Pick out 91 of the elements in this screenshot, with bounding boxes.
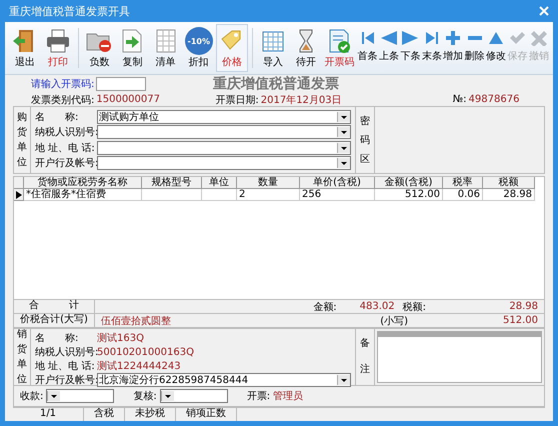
discount-badge-icon: -10% <box>184 27 213 55</box>
table-cell <box>202 189 237 201</box>
nav-button[interactable]: 末条 <box>422 30 442 66</box>
field-value: 50010201000163Q <box>97 346 195 358</box>
column-header: 规格型号 <box>142 177 202 189</box>
toolbar-button[interactable]: 待开 <box>290 24 322 72</box>
signer-label: 开票: <box>246 390 270 403</box>
table-cell: *住宿服务*住宿费 <box>24 189 142 201</box>
total-in-figures: 512.00 <box>502 315 539 326</box>
invoice-number-value: 49878676 <box>468 94 520 105</box>
column-header: 税额 <box>483 177 535 189</box>
nav-button[interactable]: 删除 <box>464 30 485 66</box>
close-icon[interactable] <box>539 6 549 16</box>
triangle-icon <box>486 30 505 46</box>
field-label: 纳税人识别号: <box>35 126 97 140</box>
total-label: 合 计 <box>14 300 95 313</box>
table-cell <box>142 189 202 201</box>
field-label: 开户行及帐号: <box>35 374 97 387</box>
toolbar-button[interactable]: 复制 <box>116 24 149 72</box>
previous-icon <box>380 30 398 46</box>
nav-button[interactable]: 首条 <box>357 30 378 66</box>
buyer-combo-field[interactable] <box>97 156 351 170</box>
toolbar-button[interactable]: 打印 <box>42 24 74 72</box>
toolbar-button[interactable]: 清单 <box>150 24 182 72</box>
invoice-date-value: 2017年12月03日 <box>260 94 343 106</box>
toolbar-button[interactable]: 导入 <box>256 24 290 72</box>
cross-icon <box>530 30 548 46</box>
table-cell: 28.98 <box>483 189 535 201</box>
field-value: 测试1224444243 <box>97 360 182 373</box>
signer-combo-field[interactable] <box>160 389 228 403</box>
toolbar-button[interactable]: 价格 <box>216 24 248 72</box>
total-in-words-label: 价税合计(大写) <box>14 314 95 327</box>
bank-account-combo-field[interactable]: 北京海淀分行62285987458444 <box>97 373 351 387</box>
amount-label: 金额: <box>313 300 337 314</box>
column-header: 单价(含税) <box>300 177 375 189</box>
toolbar-button[interactable]: -10% 折扣 <box>182 24 215 72</box>
column-header: 税率 <box>443 177 483 189</box>
next-icon <box>401 30 420 46</box>
toolbar-button[interactable]: 退出 <box>9 24 42 72</box>
total-tax: 28.98 <box>508 301 539 312</box>
table-cell: 2 <box>237 189 300 201</box>
signer-label: 收款: <box>20 390 44 403</box>
status-text: 1/1 <box>13 408 84 421</box>
toolbar-button[interactable]: 负数 <box>83 24 116 72</box>
checkmark-icon <box>508 30 526 46</box>
plus-icon <box>444 30 462 46</box>
nav-button[interactable]: 上条 <box>378 30 400 66</box>
category-code-label: 发票类别代码: <box>31 94 94 106</box>
signer-value: 管理员 <box>273 390 304 403</box>
signer-combo-field[interactable] <box>46 389 114 403</box>
field-label: 名 称: <box>35 332 80 345</box>
field-value: 测试163Q <box>97 332 145 345</box>
table-cell: 512.00 <box>375 189 443 201</box>
status-text: 未抄税 <box>125 408 176 421</box>
buyer-combo-field[interactable] <box>97 140 351 155</box>
remarks-label: 备注 <box>360 337 370 377</box>
invoice-code-field[interactable] <box>96 77 146 91</box>
buyer-combo-field[interactable]: 测试购方单位 <box>97 110 351 124</box>
table-cell: 0.06 <box>443 189 483 201</box>
cipher-area-label: 密码区 <box>360 114 370 166</box>
toolbar-button[interactable]: 开票码 <box>323 24 356 72</box>
column-header: 数量 <box>237 177 300 189</box>
column-header: 单位 <box>202 177 237 189</box>
buyer-combo-field[interactable] <box>97 125 351 140</box>
signer-label: 复核: <box>133 390 157 403</box>
field-label: 名 称: <box>35 110 80 124</box>
total-amount: 483.02 <box>358 301 395 312</box>
nav-button[interactable]: 增加 <box>442 30 464 66</box>
buyer-section-label: 购货单位 <box>17 111 27 170</box>
nav-button[interactable]: 修改 <box>486 30 506 66</box>
remarks-field[interactable] <box>377 331 542 383</box>
category-code-value: 1500000077 <box>96 94 161 105</box>
column-header: 货物或应税劳务名称 <box>24 177 142 189</box>
column-header: 金额(含税) <box>375 177 443 189</box>
field-label: 纳税人识别号: <box>35 346 97 359</box>
invoice-title: 重庆增值税普通发票 <box>213 75 339 93</box>
invoice-date-label: 开票日期: <box>215 94 259 106</box>
status-text: 销项正数 <box>176 408 237 421</box>
total-in-words: 伍佰壹拾贰圆整 <box>100 314 171 328</box>
status-text: 含税 <box>84 408 125 421</box>
nav-button[interactable]: 下条 <box>400 30 421 66</box>
total-in-figures-label: (小写) <box>380 314 408 328</box>
code-prompt-label: 请输入开票码: <box>31 78 94 91</box>
field-label: 地 址、电 话: <box>35 360 96 373</box>
invoice-number-label: №: <box>452 94 467 105</box>
field-label: 开户行及帐号: <box>35 156 97 170</box>
table-cell: 256 <box>300 189 375 201</box>
seller-section-label: 销货单位 <box>17 328 27 387</box>
tax-label: 税额: <box>402 300 426 314</box>
field-label: 地 址、电 话: <box>35 142 96 155</box>
window-title: 重庆增值税普通发票开具 <box>9 4 130 18</box>
